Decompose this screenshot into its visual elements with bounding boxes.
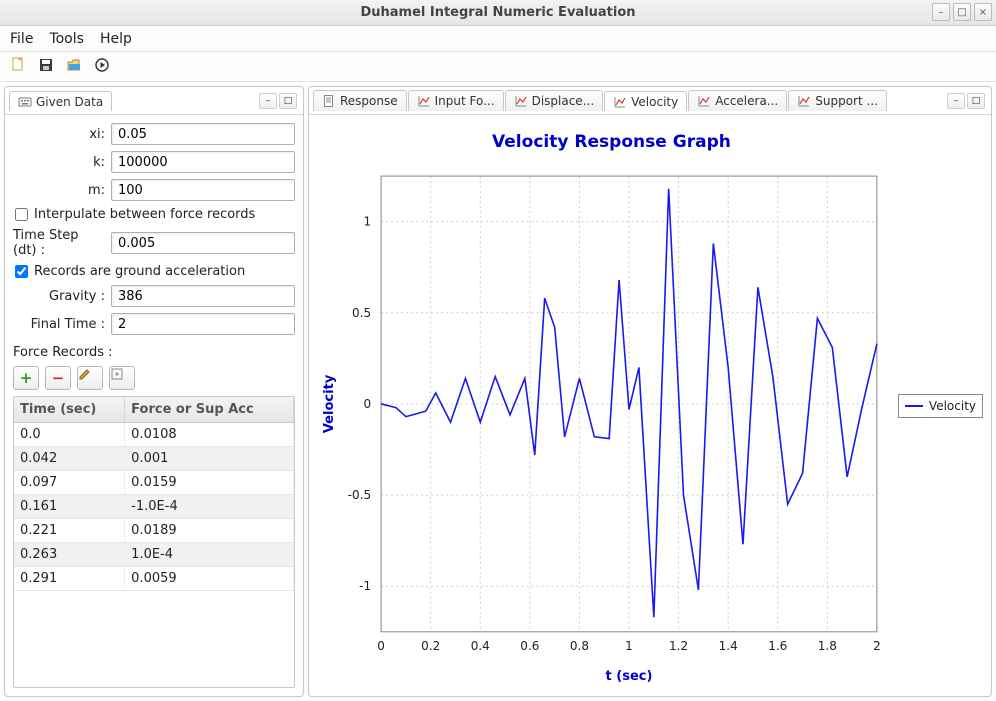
- menubar: File Tools Help: [0, 26, 996, 52]
- ground-accel-checkbox[interactable]: [15, 265, 28, 278]
- svg-text:0: 0: [363, 397, 371, 411]
- svg-text:0.2: 0.2: [421, 639, 440, 653]
- xi-input[interactable]: [111, 123, 295, 145]
- svg-text:0.4: 0.4: [471, 639, 490, 653]
- new-file-button[interactable]: [10, 57, 30, 77]
- table-row[interactable]: 0.0420.001: [14, 447, 294, 471]
- window-maximize-button[interactable]: □: [953, 3, 971, 21]
- table-row[interactable]: 0.00.0108: [14, 423, 294, 447]
- interpolate-checkbox[interactable]: [15, 208, 28, 221]
- document-icon: [322, 94, 336, 108]
- add-record-button[interactable]: +: [13, 366, 39, 390]
- final-time-input[interactable]: [111, 313, 295, 335]
- table-row[interactable]: 0.2210.0189: [14, 519, 294, 543]
- menu-file[interactable]: File: [10, 31, 33, 47]
- svg-text:t (sec): t (sec): [606, 669, 653, 684]
- svg-text:Velocity Response Graph: Velocity Response Graph: [492, 132, 731, 152]
- graph-icon: [613, 95, 627, 109]
- dt-label: Time Step (dt) :: [13, 228, 105, 258]
- svg-text:0.5: 0.5: [352, 306, 371, 320]
- window-titlebar: Duhamel Integral Numeric Evaluation – □ …: [0, 0, 996, 26]
- tab-inputfo[interactable]: Input Fo...: [408, 90, 504, 111]
- graph-icon: [514, 94, 528, 108]
- svg-text:Velocity: Velocity: [322, 374, 337, 433]
- svg-text:1: 1: [625, 639, 633, 653]
- gravity-input[interactable]: [111, 285, 295, 307]
- panel-minimize-button[interactable]: –: [259, 93, 277, 109]
- velocity-chart: Velocity Response Graph 0 0.2 0.4 0.6 0.8 1 1.2…: [311, 121, 892, 692]
- col-force[interactable]: Force or Sup Acc: [125, 397, 294, 423]
- panel-minimize-button[interactable]: –: [947, 93, 965, 109]
- svg-text:-1: -1: [359, 579, 371, 593]
- k-input[interactable]: [111, 151, 295, 173]
- save-button[interactable]: [38, 57, 58, 77]
- gravity-label: Gravity :: [13, 289, 105, 304]
- svg-text:1.8: 1.8: [818, 639, 837, 653]
- tab-response[interactable]: Response: [313, 90, 407, 111]
- k-label: k:: [13, 155, 105, 170]
- ground-accel-label: Records are ground acceleration: [34, 264, 245, 279]
- legend-label: Velocity: [929, 399, 976, 413]
- svg-text:0.6: 0.6: [520, 639, 539, 653]
- given-data-panel: Given Data – □ xi: k: m: I: [4, 86, 304, 697]
- table-row[interactable]: 0.0970.0159: [14, 471, 294, 495]
- final-time-label: Final Time :: [13, 317, 105, 332]
- tab-given-data[interactable]: Given Data: [9, 91, 112, 111]
- toolbar: [0, 52, 996, 82]
- window-title: Duhamel Integral Numeric Evaluation: [360, 5, 635, 20]
- tab-displace[interactable]: Displace...: [505, 90, 604, 111]
- chart-legend: Velocity: [898, 394, 983, 418]
- run-button[interactable]: [94, 57, 114, 77]
- svg-text:1.6: 1.6: [768, 639, 787, 653]
- tab-support[interactable]: Support ...: [788, 90, 887, 111]
- table-row[interactable]: 0.161-1.0E-4: [14, 495, 294, 519]
- svg-text:0.8: 0.8: [570, 639, 589, 653]
- tab-velocity[interactable]: Velocity: [604, 91, 687, 111]
- results-panel: ResponseInput Fo...Displace...VelocityAc…: [308, 86, 992, 697]
- remove-record-button[interactable]: −: [45, 366, 71, 390]
- svg-text:-0.5: -0.5: [348, 488, 371, 502]
- m-input[interactable]: [111, 179, 295, 201]
- menu-help[interactable]: Help: [100, 31, 132, 47]
- menu-tools[interactable]: Tools: [49, 31, 84, 47]
- panel-maximize-button[interactable]: □: [967, 93, 985, 109]
- window-minimize-button[interactable]: –: [932, 3, 950, 21]
- legend-swatch: [905, 405, 923, 407]
- m-label: m:: [13, 183, 105, 198]
- keyboard-icon: [18, 95, 32, 109]
- interpolate-label: Interpulate between force records: [34, 207, 255, 222]
- panel-maximize-button[interactable]: □: [279, 93, 297, 109]
- dt-input[interactable]: [111, 232, 295, 254]
- table-row[interactable]: 0.2631.0E-4: [14, 543, 294, 567]
- import-records-button[interactable]: [109, 366, 135, 390]
- graph-icon: [797, 94, 811, 108]
- force-records-label: Force Records :: [13, 345, 295, 360]
- svg-text:1.4: 1.4: [719, 639, 738, 653]
- svg-text:2: 2: [873, 639, 881, 653]
- tab-accelera[interactable]: Accelera...: [688, 90, 787, 111]
- svg-text:0: 0: [377, 639, 385, 653]
- edit-record-button[interactable]: [77, 366, 103, 390]
- open-button[interactable]: [66, 57, 86, 77]
- svg-text:1.2: 1.2: [669, 639, 688, 653]
- graph-icon: [697, 94, 711, 108]
- force-records-table[interactable]: Time (sec) Force or Sup Acc 0.00.01080.0…: [13, 396, 295, 688]
- window-close-button[interactable]: ×: [974, 3, 992, 21]
- xi-label: xi:: [13, 127, 105, 142]
- svg-text:1: 1: [363, 215, 371, 229]
- graph-icon: [417, 94, 431, 108]
- col-time[interactable]: Time (sec): [14, 397, 125, 423]
- table-row[interactable]: 0.2910.0059: [14, 567, 294, 591]
